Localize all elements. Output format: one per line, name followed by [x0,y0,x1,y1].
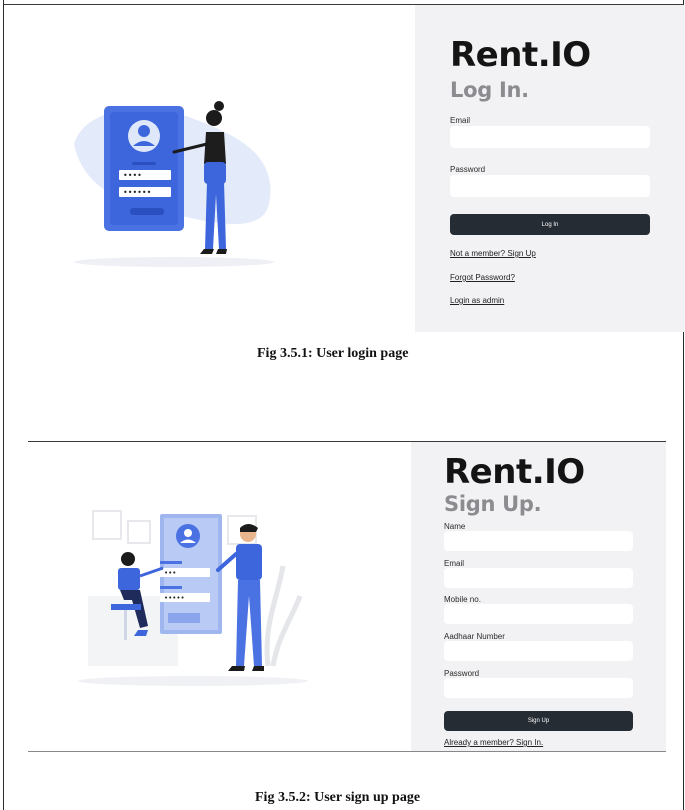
mobile-label: Mobile no. [444,595,481,604]
login-screenshot: •••• •••••• Rent.IO Log In. Email Passwo… [4,4,685,332]
signin-link[interactable]: Already a member? Sign In. [444,738,543,747]
svg-text:••••: •••• [123,171,142,180]
svg-text:••••••: •••••• [123,188,151,197]
brand-logo: Rent.IO [450,35,591,75]
password-label: Password [450,165,486,174]
name-field[interactable] [444,531,633,551]
aadhaar-field[interactable] [444,641,633,661]
admin-login-link[interactable]: Login as admin [450,296,504,305]
signup-button[interactable]: Sign Up [444,711,633,731]
password-field[interactable] [444,678,633,698]
svg-text:•••: ••• [164,569,176,577]
page-title: Sign Up. [444,492,542,516]
page-title: Log In. [450,78,529,102]
login-button[interactable]: Log In [450,214,650,235]
aadhaar-label: Aadhaar Number [444,632,505,641]
email-label: Email [450,116,471,125]
email-label: Email [444,559,465,568]
password-label: Password [444,669,480,678]
signup-screenshot: ••• ••••• Rent.IO Sign Up. Name Email Mo… [28,441,666,753]
signup-form-panel: Rent.IO Sign Up. Name Email Mobile no. A… [411,442,666,751]
signup-illustration: ••• ••••• [78,510,308,686]
figure-caption-signup: Fig 3.5.2: User sign up page [255,790,421,805]
forgot-password-link[interactable]: Forgot Password? [450,273,515,282]
svg-text:•••••: ••••• [164,594,185,602]
figure-caption-login: Fig 3.5.1: User login page [257,346,409,361]
password-field[interactable] [450,175,650,197]
mobile-field[interactable] [444,604,633,624]
email-field[interactable] [444,568,633,588]
signup-link[interactable]: Not a member? Sign Up [450,249,536,258]
login-illustration: •••• •••••• [74,101,274,267]
screenshot-bottom-border [28,751,666,752]
name-label: Name [444,522,466,531]
login-form-panel: Rent.IO Log In. Email Password Log In No… [415,5,685,332]
brand-logo: Rent.IO [444,452,585,492]
email-field[interactable] [450,126,650,148]
